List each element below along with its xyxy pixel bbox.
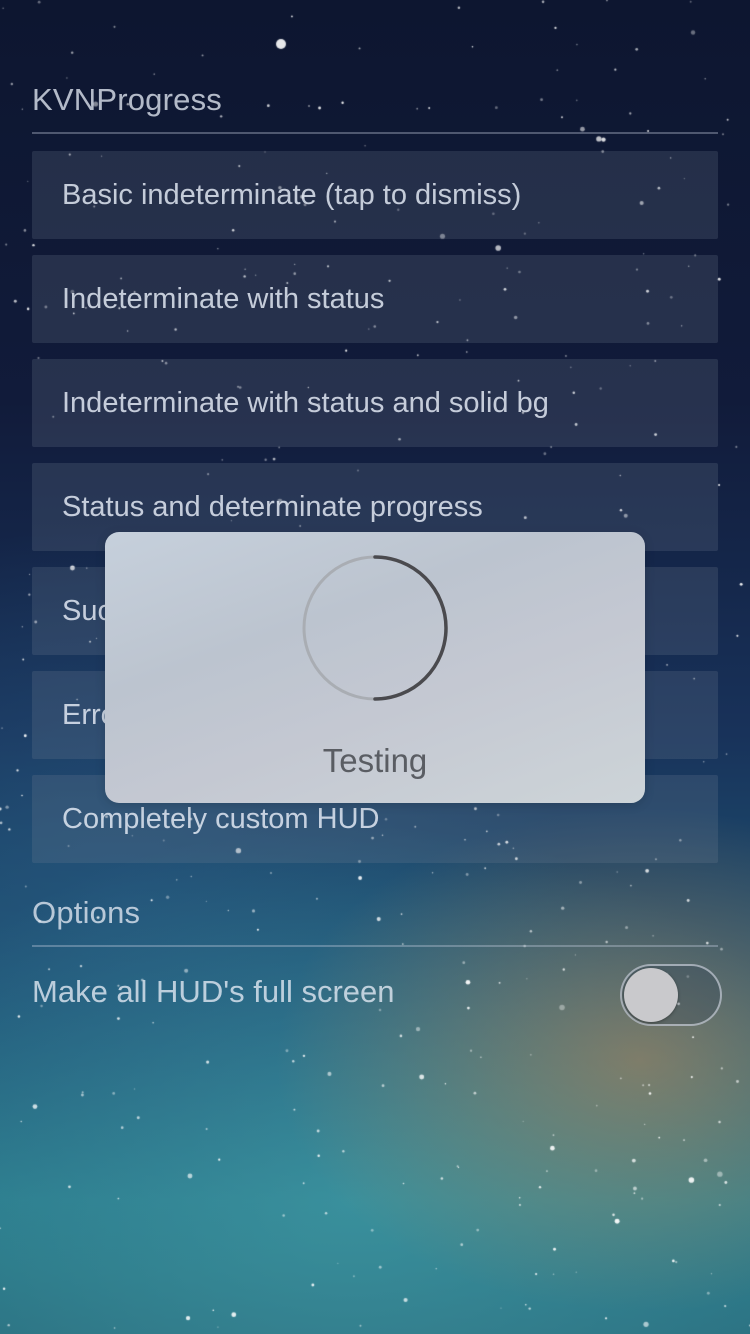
- page-title: KVNProgress: [32, 82, 222, 117]
- button-label: Status and determinate progress: [62, 490, 483, 523]
- button-label: Completely custom HUD: [62, 802, 380, 835]
- toggle-knob: [624, 968, 678, 1022]
- button-label: Indeterminate with status: [62, 282, 385, 315]
- indeterminate-status-button[interactable]: Indeterminate with status: [32, 255, 718, 343]
- button-label: Basic indeterminate (tap to dismiss): [62, 178, 522, 211]
- fullscreen-toggle[interactable]: [620, 964, 722, 1026]
- spinner-arc: [373, 555, 448, 701]
- title-divider: [32, 132, 718, 134]
- button-label: Indeterminate with status and solid bg: [62, 386, 549, 419]
- basic-indeterminate-button[interactable]: Basic indeterminate (tap to dismiss): [32, 151, 718, 239]
- circular-progress-icon: [302, 555, 448, 701]
- hud-status-text: Testing: [322, 742, 428, 779]
- progress-hud[interactable]: Testing: [105, 532, 645, 803]
- options-divider: [32, 945, 718, 947]
- fullscreen-option-label: Make all HUD's full screen: [32, 974, 395, 1009]
- indeterminate-solid-bg-button[interactable]: Indeterminate with status and solid bg: [32, 359, 718, 447]
- options-title: Options: [32, 895, 141, 930]
